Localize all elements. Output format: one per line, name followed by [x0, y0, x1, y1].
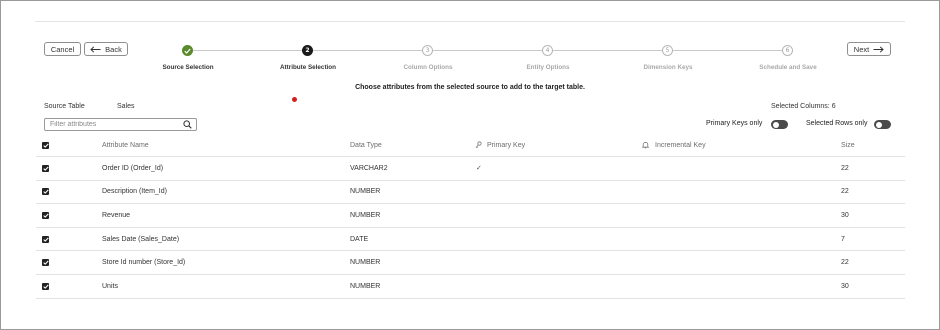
attribute-name-cell: Description (Item_Id) [102, 188, 167, 196]
row-checkbox[interactable] [42, 282, 49, 290]
row-select-cell [42, 204, 49, 227]
data-type-cell: DATE [350, 235, 369, 243]
table-row[interactable]: Revenue NUMBER 30 [36, 204, 905, 228]
data-type-cell: NUMBER [350, 211, 381, 219]
select-all-checkbox[interactable] [42, 142, 49, 149]
row-select-cell [42, 228, 49, 251]
attribute-name-cell: Units [102, 282, 118, 290]
size-cell: 22 [841, 164, 849, 172]
step-connector [433, 50, 542, 51]
attribute-name-cell: Revenue [102, 211, 131, 219]
selected-columns-count: 6 [831, 103, 836, 110]
selected-columns-text: Selected Columns: [771, 103, 830, 110]
source-table-value: Sales [117, 103, 135, 110]
cancel-button-label: Cancel [50, 44, 75, 54]
size-cell: 30 [841, 211, 849, 219]
step-1-complete-icon [182, 45, 193, 56]
filter-attributes-input[interactable] [50, 121, 175, 128]
row-select-cell [42, 157, 49, 180]
source-table-label: Source Table [44, 103, 85, 110]
step-5-indicator: 5 [662, 45, 673, 56]
step-label-dimension-keys: Dimension Keys [643, 64, 693, 71]
bell-icon [641, 141, 650, 151]
step-label-source-selection[interactable]: Source Selection [128, 64, 248, 71]
size-cell: 22 [841, 259, 849, 267]
row-checkbox[interactable] [42, 235, 49, 243]
cancel-button[interactable]: Cancel [44, 42, 81, 56]
table-row[interactable]: Units NUMBER 30 [36, 275, 905, 299]
step-connector [193, 50, 302, 51]
table-row[interactable]: Store Id number (Store_Id) NUMBER 22 [36, 251, 905, 275]
top-divider [35, 21, 905, 22]
attributes-table: Attribute Name Data Type Primary Key Inc… [36, 135, 905, 299]
table-row[interactable]: Sales Date (Sales_Date) DATE 7 [36, 228, 905, 252]
selected-columns-label: Selected Columns: 6 [771, 103, 836, 110]
row-checkbox[interactable] [42, 211, 49, 219]
alert-dot [292, 97, 297, 102]
step-6-indicator: 6 [782, 45, 793, 56]
step-label-entity-options: Entity Options [526, 64, 570, 71]
row-checkbox[interactable] [42, 259, 49, 267]
step-connector [673, 50, 782, 51]
back-button[interactable]: Back [84, 42, 128, 56]
arrow-left-icon [90, 45, 101, 53]
size-cell: 7 [841, 235, 845, 243]
step-connector [553, 50, 662, 51]
next-button-label: Next [853, 44, 870, 54]
attribute-name-cell: Order ID (Order_Id) [102, 164, 164, 172]
row-checkbox[interactable] [42, 188, 49, 196]
incremental-key-header-label: Incremental Key [655, 142, 706, 149]
step-label-attribute-selection[interactable]: Attribute Selection [248, 64, 368, 71]
size-cell: 22 [841, 188, 849, 196]
data-type-cell: NUMBER [350, 282, 381, 290]
row-select-cell [42, 181, 49, 204]
primary-keys-only-toggle[interactable] [771, 120, 788, 129]
column-header-data-type[interactable]: Data Type [350, 135, 382, 156]
back-button-label: Back [105, 44, 122, 54]
arrow-right-icon [873, 45, 884, 53]
search-icon[interactable] [183, 120, 192, 133]
instruction-text: Choose attributes from the selected sour… [355, 84, 585, 91]
data-type-cell: NUMBER [350, 259, 381, 267]
data-type-cell: NUMBER [350, 188, 381, 196]
table-row[interactable]: Description (Item_Id) NUMBER 22 [36, 181, 905, 205]
column-header-size[interactable]: Size [841, 135, 855, 156]
step-4-indicator: 4 [542, 45, 553, 56]
column-header-primary-key[interactable]: Primary Key [475, 135, 525, 156]
filter-attributes-field[interactable] [44, 118, 197, 131]
attribute-name-cell: Sales Date (Sales_Date) [102, 235, 180, 243]
row-select-cell [42, 275, 49, 298]
selected-rows-only-label: Selected Rows only [806, 120, 868, 127]
step-2-indicator: 2 [302, 45, 313, 56]
table-header-row: Attribute Name Data Type Primary Key Inc… [36, 135, 905, 157]
key-icon [475, 140, 482, 151]
step-label-column-options: Column Options [403, 64, 453, 71]
column-header-attribute-name[interactable]: Attribute Name [102, 135, 149, 156]
table-row[interactable]: Order ID (Order_Id) VARCHAR2 ✓ 22 [36, 157, 905, 181]
table-body: Order ID (Order_Id) VARCHAR2 ✓ 22 Descri… [36, 157, 905, 299]
next-button[interactable]: Next [847, 42, 891, 56]
step-connector [313, 50, 422, 51]
row-checkbox[interactable] [42, 164, 49, 172]
row-select-cell [42, 251, 49, 274]
step-3-indicator: 3 [422, 45, 433, 56]
data-type-cell: VARCHAR2 [350, 164, 388, 172]
column-header-incremental-key[interactable]: Incremental Key [641, 135, 706, 156]
selected-rows-only-toggle[interactable] [874, 120, 891, 129]
select-all-cell [42, 135, 49, 156]
primary-keys-only-label: Primary Keys only [706, 120, 763, 127]
step-label-schedule-and-save: Schedule and Save [759, 64, 817, 71]
primary-key-header-label: Primary Key [487, 142, 526, 149]
attribute-name-cell: Store Id number (Store_Id) [102, 259, 186, 267]
primary-key-cell: ✓ [476, 165, 482, 173]
size-cell: 30 [841, 282, 849, 290]
